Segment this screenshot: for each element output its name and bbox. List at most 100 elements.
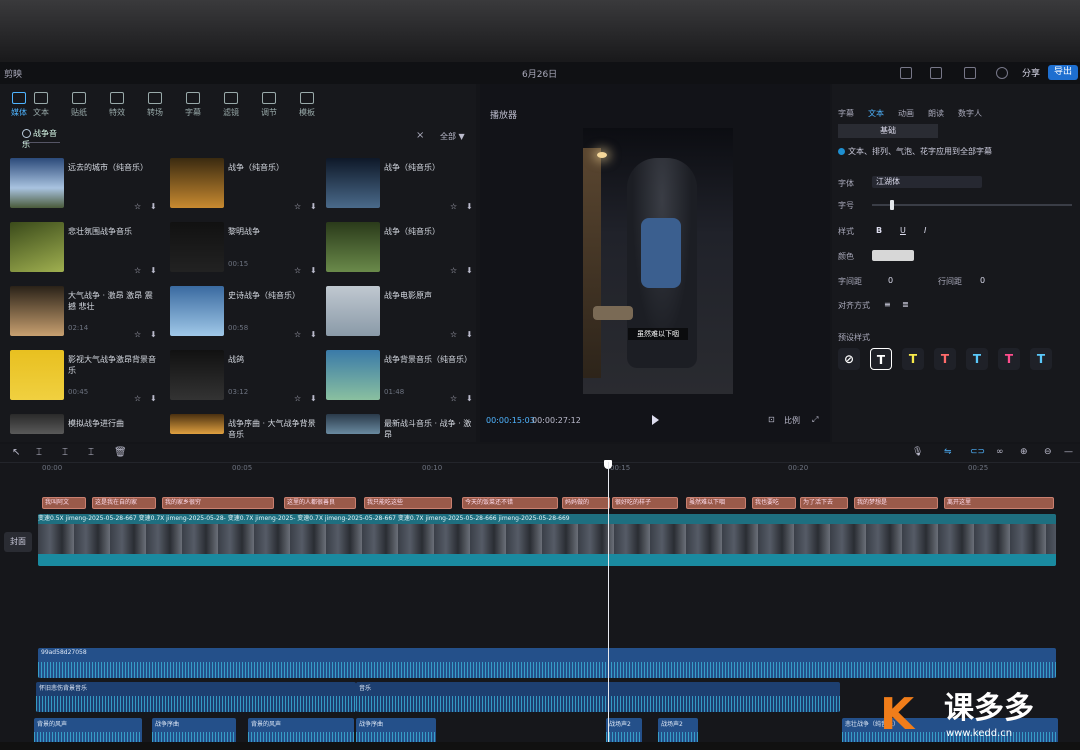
char-spacing-value[interactable]: 0 — [888, 276, 893, 285]
download-icon[interactable]: ⬇ — [150, 202, 157, 211]
tab-text[interactable]: 文本 — [22, 90, 60, 118]
split-right-icon[interactable]: ⌶ — [88, 447, 94, 458]
text-clip[interactable]: 妈妈做的 — [562, 497, 610, 509]
search-input[interactable]: 战争音乐 — [22, 128, 60, 149]
audio-card[interactable]: 悲壮氛围战争音乐 ☆ ⬇ — [10, 222, 160, 280]
audio-card[interactable]: 战争序曲 · 大气战争背景音乐☆⬇ — [170, 414, 320, 439]
audio-card[interactable]: 最新战斗音乐 · 战争 · 激昂☆⬇ — [326, 414, 476, 439]
video-track[interactable]: 变速0.5X jimeng-2025-05-28-667 变速0.7X jime… — [38, 514, 1056, 566]
audio-clip[interactable]: 战争序曲 — [356, 718, 436, 742]
audio-card[interactable]: 史诗战争（纯音乐） 00:58 ☆ ⬇ — [170, 286, 320, 344]
zoom-out-icon[interactable]: ⊖ — [1044, 447, 1052, 457]
cover-button[interactable]: 封面 — [4, 532, 32, 552]
center-icon[interactable]: ⊕ — [1020, 447, 1028, 457]
play-icon[interactable] — [652, 415, 659, 425]
ratio-button[interactable]: 比例 — [784, 415, 800, 426]
underline-button[interactable]: U — [900, 226, 906, 235]
insp-tab-animation[interactable]: 动画 — [898, 108, 914, 119]
preset-style[interactable]: T — [998, 348, 1020, 370]
text-clip[interactable]: 我只能吃这些 — [364, 497, 452, 509]
chain-icon[interactable]: ∞ — [996, 447, 1004, 457]
download-icon[interactable]: ⬇ — [150, 266, 157, 275]
tab-adjust[interactable]: 调节 — [250, 90, 288, 118]
filter-all-button[interactable]: 全部 ▼ — [440, 131, 465, 142]
magnet-icon[interactable]: ⊂⊃ — [970, 447, 985, 457]
favorite-icon[interactable]: ☆ — [450, 202, 457, 211]
preset-style[interactable]: T — [902, 348, 924, 370]
text-clip[interactable]: 为了活下去 — [800, 497, 848, 509]
audio-clip[interactable]: 背景的风声 — [248, 718, 354, 742]
download-icon[interactable]: ⬇ — [310, 394, 317, 403]
playhead[interactable] — [608, 462, 609, 742]
audio-card[interactable]: 战争（纯音乐） ☆ ⬇ — [170, 158, 320, 216]
text-clip[interactable]: 这里的人都很善良 — [284, 497, 356, 509]
italic-button[interactable]: I — [924, 226, 926, 235]
audio-card[interactable]: 影视大气战争激昂背景音乐 00:45 ☆ ⬇ — [10, 350, 160, 408]
audio-clip[interactable]: 音乐 — [356, 682, 840, 712]
preset-style[interactable]: T — [1030, 348, 1052, 370]
favorite-icon[interactable]: ☆ — [134, 330, 141, 339]
preset-style[interactable]: T — [934, 348, 956, 370]
align-center-icon[interactable]: ≣ — [902, 300, 909, 309]
favorite-icon[interactable]: ☆ — [134, 202, 141, 211]
settings-icon[interactable] — [930, 67, 942, 79]
avatar-icon[interactable] — [996, 67, 1008, 79]
font-select[interactable]: 江湖体 — [872, 176, 982, 188]
audio-card[interactable]: 战鸽 03:12 ☆ ⬇ — [170, 350, 320, 408]
audio-card[interactable]: 远去的城市（纯音乐） ☆ ⬇ — [10, 158, 160, 216]
text-clip[interactable]: 我的家乡很穷 — [162, 497, 274, 509]
favorite-icon[interactable]: ☆ — [450, 266, 457, 275]
preset-style[interactable]: T — [966, 348, 988, 370]
audio-card[interactable]: 大气战争 · 激昂 激昂 震撼 悲壮 02:14 ☆ ⬇ — [10, 286, 160, 344]
download-icon[interactable]: ⬇ — [310, 202, 317, 211]
tab-caption[interactable]: 字幕 — [174, 90, 212, 118]
tab-filter[interactable]: 滤镜 — [212, 90, 250, 118]
bold-button[interactable]: B — [876, 226, 882, 235]
audio-clip[interactable]: 战场声2 — [606, 718, 642, 742]
download-icon[interactable]: ⬇ — [466, 202, 473, 211]
audio-clip[interactable]: 怀旧悲伤背景音乐 — [36, 682, 356, 712]
split-icon[interactable]: ⌶ — [36, 447, 42, 458]
audio-clip[interactable]: 战争序曲 — [152, 718, 236, 742]
zoom-slider-icon[interactable]: — — [1064, 447, 1073, 457]
insp-tab-read[interactable]: 朗读 — [928, 108, 944, 119]
insp-tab-text[interactable]: 文本 — [868, 108, 884, 119]
download-icon[interactable]: ⬇ — [466, 394, 473, 403]
insp-tab-avatar[interactable]: 数字人 — [958, 108, 982, 119]
favorite-icon[interactable]: ☆ — [450, 330, 457, 339]
audio-card[interactable]: 模拟战争进行曲☆⬇ — [10, 414, 160, 438]
text-clip[interactable]: 这是我在自的家 — [92, 497, 156, 509]
audio-card[interactable]: 黎明战争 00:15 ☆ ⬇ — [170, 222, 320, 280]
favorite-icon[interactable]: ☆ — [294, 266, 301, 275]
sub-tab-basic[interactable]: 基础 — [838, 124, 938, 138]
favorite-icon[interactable]: ☆ — [134, 394, 141, 403]
time-ruler[interactable]: 00:00 00:05 00:10 00:15 00:20 00:25 — [36, 462, 1080, 476]
delete-icon[interactable]: 🗑 — [114, 447, 127, 458]
insp-tab-caption[interactable]: 字幕 — [838, 108, 854, 119]
audio-card[interactable]: 战争（纯音乐） ☆ ⬇ — [326, 222, 476, 280]
favorite-icon[interactable]: ☆ — [294, 202, 301, 211]
color-swatch[interactable] — [872, 250, 914, 261]
video-subtitle[interactable]: 虽然难以下咽 — [628, 328, 688, 340]
share-button[interactable]: 分享 — [1022, 66, 1040, 79]
audio-clip[interactable]: 背景的风声 — [34, 718, 142, 742]
download-icon[interactable]: ⬇ — [310, 266, 317, 275]
download-icon[interactable]: ⬇ — [150, 394, 157, 403]
text-clip[interactable]: 我叫阿文 — [42, 497, 86, 509]
shortcut-icon[interactable] — [964, 67, 976, 79]
audio-card[interactable]: 战争背景音乐（纯音乐） 01:48 ☆ ⬇ — [326, 350, 476, 408]
preset-style[interactable]: T — [870, 348, 892, 370]
tab-template[interactable]: 模板 — [288, 90, 326, 118]
mic-icon[interactable]: 🎙 — [912, 447, 923, 457]
line-spacing-value[interactable]: 0 — [980, 276, 985, 285]
favorite-icon[interactable]: ☆ — [450, 394, 457, 403]
close-icon[interactable]: × — [416, 130, 424, 141]
audio-clip[interactable]: 战场声2 — [658, 718, 698, 742]
text-clip[interactable]: 我也要吃 — [752, 497, 796, 509]
text-clip[interactable]: 我的梦想是 — [854, 497, 938, 509]
download-icon[interactable]: ⬇ — [150, 330, 157, 339]
favorite-icon[interactable]: ☆ — [294, 394, 301, 403]
text-clip[interactable]: 今天的饭菜还不错 — [462, 497, 558, 509]
size-slider[interactable] — [872, 200, 1072, 210]
link-icon[interactable]: ⇋ — [944, 447, 952, 457]
